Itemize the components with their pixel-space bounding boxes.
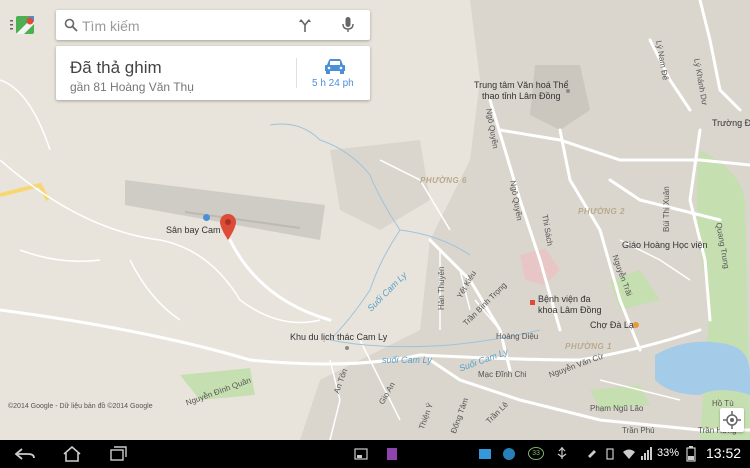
back-icon[interactable] <box>14 446 36 462</box>
car-icon[interactable] <box>324 58 346 74</box>
hospital-label-2[interactable]: khoa Lâm Đồng <box>538 306 602 315</box>
recent-apps-icon[interactable] <box>110 446 128 462</box>
screenshot-icon[interactable] <box>354 446 368 462</box>
road-hoang-dieu: Hoàng Diệu <box>496 332 539 341</box>
culture-center-marker <box>566 89 570 93</box>
wifi-icon <box>623 449 635 459</box>
maps-logo-icon <box>10 16 34 34</box>
culture-center-label[interactable]: Trung tâm Văn hoá Thể thao tỉnh Lâm Đồng <box>474 80 569 102</box>
search-bar[interactable]: Tìm kiếm <box>56 10 370 40</box>
home-icon[interactable] <box>62 446 82 462</box>
dropped-pin-icon[interactable] <box>220 214 236 240</box>
hospital-label-1[interactable]: Bệnh viện đa <box>538 295 591 304</box>
school-label[interactable]: Trường Đ <box>712 119 750 128</box>
search-input[interactable]: Tìm kiếm <box>82 18 140 34</box>
dropped-pin-card[interactable]: Đã thả ghim gần 81 Hoàng Văn Thụ 5 h 24 … <box>56 46 370 100</box>
waterfall-label[interactable]: Khu du lịch thác Cam Ly <box>290 333 387 342</box>
system-bar: 33 33% 13:52 <box>0 440 750 468</box>
road-ho-tung: Hồ Tù <box>712 399 734 408</box>
airport-icon <box>203 214 210 221</box>
clock: 13:52 <box>706 445 742 461</box>
road-han-thuyen: Hàn Thuyên <box>437 266 446 310</box>
district-p2: PHƯỜNG 2 <box>578 207 625 216</box>
my-location-icon <box>723 411 741 429</box>
district-p1: PHƯỜNG 1 <box>565 342 612 351</box>
place-title: Đã thả ghim <box>70 58 162 77</box>
notification-circle-icon[interactable] <box>502 446 516 462</box>
road-tran-phu: Trần Phú <box>622 426 655 435</box>
travel-time[interactable]: 5 h 24 ph <box>312 78 354 89</box>
vibrate-icon <box>606 448 614 460</box>
battery-percentage: 33% <box>657 447 680 459</box>
market-icon <box>633 322 639 328</box>
road-pham-ngu-lao: Phạm Ngũ Lão <box>590 404 644 413</box>
media-notification-icon[interactable] <box>478 446 492 462</box>
downloads-icon <box>588 450 596 458</box>
hospital-icon <box>530 300 535 305</box>
district-p6: PHƯỜNG 6 <box>420 176 467 185</box>
microphone-icon[interactable] <box>341 17 355 33</box>
maps-menu-button[interactable] <box>10 14 40 36</box>
map-copyright: ©2014 Google - Dữ liệu bản đồ ©2014 Goog… <box>8 403 153 410</box>
search-icon <box>64 18 78 32</box>
my-location-button[interactable] <box>720 408 744 432</box>
directions-icon[interactable] <box>298 18 312 32</box>
battery-icon <box>686 446 696 462</box>
road-mac-dinh-chi: Mạc Đĩnh Chi <box>478 370 527 379</box>
app-notification-icon[interactable] <box>386 446 398 462</box>
signal-icon <box>641 447 652 460</box>
waterfall-marker <box>345 346 349 350</box>
notification-badge[interactable]: 33 <box>528 447 544 460</box>
usb-icon <box>557 447 567 459</box>
place-address: gần 81 Hoàng Văn Thụ <box>70 80 194 94</box>
road-bui-thi-xuan: Bùi Thị Xuân <box>662 186 671 232</box>
market-label[interactable]: Chợ Đà Lạt <box>590 321 636 330</box>
seminary-label[interactable]: Giáo Hoàng Học viện <box>622 241 708 250</box>
stream-label-2: suối Cam Ly <box>382 355 432 365</box>
card-divider <box>296 58 297 88</box>
